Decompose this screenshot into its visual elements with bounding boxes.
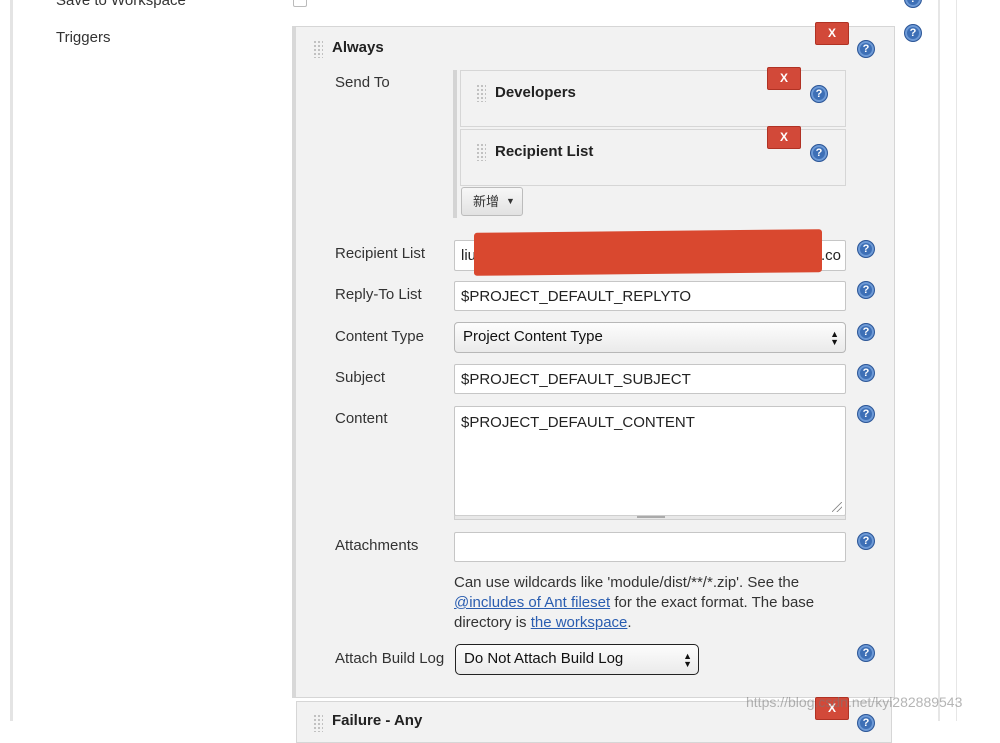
ant-fileset-link[interactable]: @includes of Ant fileset <box>454 594 610 611</box>
help-icon[interactable]: ? <box>857 240 875 258</box>
attach-build-log-value: Do Not Attach Build Log <box>464 650 624 667</box>
save-to-workspace-label: Save to Workspace <box>56 0 186 9</box>
triggers-label: Triggers <box>56 29 111 46</box>
help-text-part: Can use wildcards like 'module/dist/**/*… <box>454 574 800 591</box>
recipient-title: Developers <box>495 84 576 101</box>
watermark: https://blog.csdn.net/kyl282889543 <box>746 694 963 710</box>
send-to-label: Send To <box>335 74 390 91</box>
content-type-label: Content Type <box>335 328 424 345</box>
help-icon[interactable]: ? <box>810 85 828 103</box>
recipient-list-value-end: .co <box>820 247 841 264</box>
add-recipient-label: 新增 <box>473 194 500 209</box>
caret-down-icon: ▼ <box>506 196 515 206</box>
delete-recipient-button[interactable]: X <box>767 126 801 149</box>
drag-handle-icon[interactable] <box>476 143 486 161</box>
select-arrows-icon: ▲ ▼ <box>683 651 692 669</box>
help-icon[interactable]: ? <box>857 405 875 423</box>
help-text-part: directory is <box>454 614 531 631</box>
help-icon[interactable]: ? <box>857 532 875 550</box>
drag-handle-icon[interactable] <box>313 714 323 732</box>
drag-handle-icon[interactable] <box>476 84 486 102</box>
attachments-label: Attachments <box>335 537 419 554</box>
help-icon[interactable]: ? <box>857 281 875 299</box>
help-icon[interactable]: ? <box>857 714 875 732</box>
subject-input[interactable]: $PROJECT_DEFAULT_SUBJECT <box>454 364 846 394</box>
content-type-select[interactable]: Project Content Type ▲ ▼ <box>454 322 846 353</box>
help-text-part: . <box>627 614 632 631</box>
right-rail-outer <box>956 0 957 721</box>
right-rail <box>938 0 940 721</box>
reply-to-label: Reply-To List <box>335 286 422 303</box>
help-icon[interactable]: ? <box>857 644 875 662</box>
attach-build-log-select[interactable]: Do Not Attach Build Log ▲ ▼ <box>455 644 699 675</box>
help-icon[interactable]: ? <box>857 364 875 382</box>
resize-grip-icon[interactable] <box>832 502 842 512</box>
recipient-list-label: Recipient List <box>335 245 426 262</box>
delete-trigger-button[interactable]: X <box>815 22 849 45</box>
reply-to-input[interactable]: $PROJECT_DEFAULT_REPLYTO <box>454 281 846 311</box>
redaction-mark <box>474 229 822 276</box>
help-icon[interactable]: ? <box>904 24 922 42</box>
help-text-part: for the exact format. The base <box>610 594 815 611</box>
drag-handle-icon[interactable] <box>313 40 323 58</box>
select-arrows-icon: ▲ ▼ <box>830 329 839 347</box>
help-icon[interactable]: ? <box>857 323 875 341</box>
subject-label: Subject <box>335 369 386 386</box>
help-icon[interactable]: ? <box>857 40 875 58</box>
attach-build-log-label: Attach Build Log <box>335 650 445 667</box>
help-icon[interactable]: ? <box>904 0 922 8</box>
delete-recipient-button[interactable]: X <box>767 67 801 90</box>
content-label: Content <box>335 410 388 427</box>
workspace-link[interactable]: the workspace <box>531 614 628 631</box>
recipient-title: Recipient List <box>495 143 594 160</box>
attachments-input[interactable] <box>454 532 846 562</box>
attachments-help-text: Can use wildcards like 'module/dist/**/*… <box>454 573 844 633</box>
send-to-rail <box>453 70 457 218</box>
content-textarea[interactable]: $PROJECT_DEFAULT_CONTENT <box>454 406 846 516</box>
save-to-workspace-checkbox[interactable] <box>293 0 307 7</box>
help-icon[interactable]: ? <box>810 144 828 162</box>
left-rail <box>10 0 13 721</box>
add-recipient-button[interactable]: 新增 ▼ <box>461 187 523 216</box>
resize-handle-icon <box>637 516 665 518</box>
trigger-title: Always <box>332 39 384 56</box>
content-type-value: Project Content Type <box>463 328 603 345</box>
